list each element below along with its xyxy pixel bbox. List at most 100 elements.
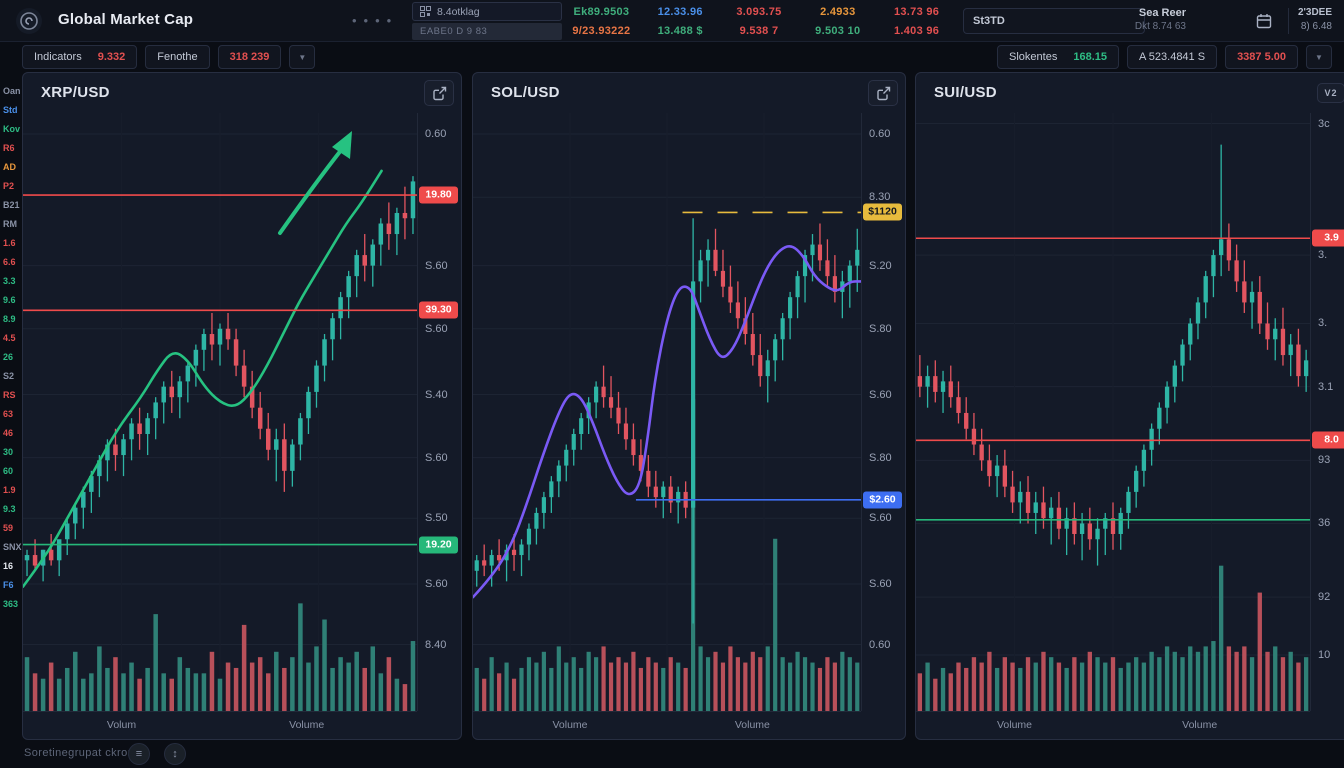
watchlist-edge: OanStdKovR6ADP2B21RM1.66.63.39.68.94.526…: [3, 82, 23, 738]
watchlist-ticker[interactable]: Kov: [3, 120, 23, 139]
price-tick: 93: [1318, 454, 1330, 466]
price-tick: S.60: [869, 389, 892, 401]
qr-icon: [420, 6, 431, 17]
toolbar-button-value: 9.332: [98, 51, 126, 63]
topbar: Global Market Cap •••• 8.4otklag EABE0 D…: [0, 0, 1344, 42]
watchlist-ticker[interactable]: 63: [3, 405, 23, 424]
gridlines: [23, 113, 417, 711]
price-tick: S.80: [869, 452, 892, 464]
watchlist-ticker[interactable]: RM: [3, 215, 23, 234]
app-logo-icon[interactable]: [16, 8, 42, 34]
search-input[interactable]: 8.4otklag: [412, 2, 562, 21]
ticker-value: 1.403 96: [877, 21, 956, 40]
ticker-value: 12.33.96: [641, 2, 720, 21]
watchlist-ticker[interactable]: 363: [3, 595, 23, 614]
ticker-value: 9/23.93222: [562, 21, 641, 40]
topbar-divider: [1288, 8, 1289, 34]
price-axis: 0.608.30S.20S.80S.60S.80S.60S.600.60$112…: [861, 113, 905, 711]
price-tick: S.60: [869, 578, 892, 590]
chart-plot[interactable]: [23, 113, 417, 711]
toolbar-button-value: 3387 5.00: [1237, 51, 1286, 63]
layers-icon[interactable]: ≡: [128, 743, 150, 765]
watchlist-ticker[interactable]: F6: [3, 576, 23, 595]
price-tick: 0.60: [425, 128, 446, 140]
time-axis-label: Volume: [1182, 719, 1217, 731]
time-axis-label: Volume: [289, 719, 324, 731]
watchlist-ticker[interactable]: 16: [3, 557, 23, 576]
watchlist-ticker[interactable]: 1.6: [3, 234, 23, 253]
watchlist-ticker[interactable]: 46: [3, 424, 23, 443]
watchlist-ticker[interactable]: 30: [3, 443, 23, 462]
watchlist-ticker[interactable]: 3.3: [3, 272, 23, 291]
time-axis: VolumVolume: [23, 711, 417, 739]
calendar-icon[interactable]: [1252, 9, 1276, 33]
price-badge: 8.0: [1312, 432, 1344, 449]
watchlist-ticker[interactable]: AD: [3, 158, 23, 177]
price-tick: S.60: [425, 578, 448, 590]
toolbar-button[interactable]: A 523.4841 S: [1127, 45, 1217, 69]
watchlist-ticker[interactable]: 59: [3, 519, 23, 538]
toolbar-button[interactable]: Fenothe: [145, 45, 209, 69]
chart-header: XRP/USD: [23, 73, 461, 113]
toolbar-button[interactable]: 318 239: [218, 45, 282, 69]
symbol-select[interactable]: St3TD: [963, 8, 1145, 34]
ticker-value: 13.488 $: [641, 21, 720, 40]
chart-header: SUI/USDV2: [916, 73, 1344, 113]
watchlist-ticker[interactable]: 1.9: [3, 481, 23, 500]
search-text: 8.4otklag: [437, 6, 480, 18]
price-tick: 92: [1318, 591, 1330, 603]
price-axis: 0.60S.60S.60S.40S.60S.50S.608.4019.8039.…: [417, 113, 461, 711]
toolbar-button-label: Indicators: [34, 51, 82, 63]
price-tick: 8.30: [869, 191, 890, 203]
toolbar-button[interactable]: Indicators 9.332: [22, 45, 137, 69]
watchlist-ticker[interactable]: 6.6: [3, 253, 23, 272]
watchlist-ticker[interactable]: 9.3: [3, 500, 23, 519]
price-badge: $1120: [863, 204, 902, 221]
ticker-value: 9.538 7: [720, 21, 799, 40]
account-summary: 2'3DEE 8) 6.48: [1298, 6, 1332, 34]
toolbar-button-label: A 523.4841 S: [1139, 51, 1205, 63]
price-tick: 36: [1318, 517, 1330, 529]
chart-plot[interactable]: [473, 113, 861, 711]
overflow-menu-icon[interactable]: ••••: [352, 13, 398, 28]
price-tick: S.80: [869, 323, 892, 335]
price-badge: 19.20: [419, 536, 458, 553]
trading-dashboard: Global Market Cap •••• 8.4otklag EABE0 D…: [0, 0, 1344, 768]
watchlist-ticker[interactable]: S2: [3, 367, 23, 386]
watchlist-ticker[interactable]: B21: [3, 196, 23, 215]
toolbar-left-group: Indicators 9.332 Fenothe 318 239 ▼: [22, 45, 315, 69]
watchlist-ticker[interactable]: 8.9: [3, 310, 23, 329]
watchlist-ticker[interactable]: 60: [3, 462, 23, 481]
chart-export-icon[interactable]: [868, 80, 898, 106]
watchlist-ticker[interactable]: 9.6: [3, 291, 23, 310]
dropdown-caret[interactable]: ▼: [289, 45, 315, 69]
chart-symbol: XRP/USD: [41, 84, 110, 101]
price-tick: S.60: [425, 323, 448, 335]
watchlist-ticker[interactable]: RS: [3, 386, 23, 405]
ticker-value: 2.4933: [798, 2, 877, 21]
sort-icon[interactable]: ↕: [164, 743, 186, 765]
gridlines: [473, 113, 861, 711]
toolbar-button[interactable]: 3387 5.00: [1225, 45, 1298, 69]
toolbar-button[interactable]: Slokentes168.15: [997, 45, 1119, 69]
watchlist-ticker[interactable]: P2: [3, 177, 23, 196]
price-tick: 3.1: [1318, 381, 1333, 393]
price-axis: 3c3.3.3.1933692103.98.0: [1310, 113, 1344, 711]
chart-plot[interactable]: [916, 113, 1310, 711]
watchlist-ticker[interactable]: R6: [3, 139, 23, 158]
chart-settings-icon[interactable]: V2: [1317, 83, 1344, 103]
trend-line: [23, 171, 382, 587]
watchlist-ticker[interactable]: 26: [3, 348, 23, 367]
watchlist-ticker[interactable]: Std: [3, 101, 23, 120]
footer: Soretinegrupat ckrom ≡↕: [0, 740, 1344, 768]
time-axis-label: Volume: [735, 719, 770, 731]
price-tick: 3c: [1318, 118, 1330, 130]
dropdown-caret[interactable]: ▼: [1306, 45, 1332, 69]
price-badge: 3.9: [1312, 230, 1344, 247]
chart-export-icon[interactable]: [424, 80, 454, 106]
watchlist-ticker[interactable]: Oan: [3, 82, 23, 101]
watchlist-ticker[interactable]: SNX: [3, 538, 23, 557]
toolbar-button-label: Fenothe: [157, 51, 197, 63]
watchlist-ticker[interactable]: 4.5: [3, 329, 23, 348]
price-tick: 3.: [1318, 249, 1327, 261]
